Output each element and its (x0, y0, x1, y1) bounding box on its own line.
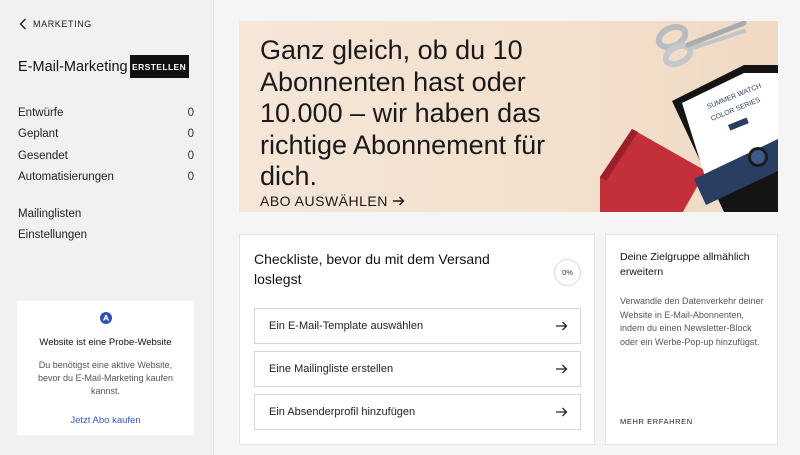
nav-item-label: Entwürfe (18, 106, 64, 119)
learn-more-link[interactable]: MEHR ERFAHREN (620, 417, 693, 426)
sidebar: MARKETING E-Mail-Marketing ERSTELLEN Ent… (0, 0, 214, 455)
task-create-mailing-list[interactable]: Eine Mailingliste erstellen (254, 351, 581, 387)
back-label: MARKETING (33, 19, 92, 29)
nav-item-label: Gesendet (18, 149, 68, 162)
task-label: Eine Mailingliste erstellen (269, 363, 394, 375)
arrow-right-icon (556, 407, 568, 417)
nav-item-label: Einstellungen (18, 229, 88, 242)
nav-item-count: 0 (187, 149, 194, 162)
hero-banner: Ganz gleich, ob du 10 Abonnenten hast od… (239, 21, 778, 212)
settings-list: Mailinglisten Einstellungen (18, 203, 194, 246)
nav-item-count: 0 (187, 171, 194, 184)
hero-headline: Ganz gleich, ob du 10 Abonnenten hast od… (260, 35, 546, 191)
back-link[interactable]: MARKETING (19, 18, 92, 30)
arrow-right-icon (556, 321, 568, 331)
nav-item-sent[interactable]: Gesendet 0 (18, 145, 194, 167)
page-title: E-Mail-Marketing (18, 58, 128, 75)
nav-item-automations[interactable]: Automatisierungen 0 (18, 167, 194, 189)
campaign-status-list: Entwürfe 0 Geplant 0 Gesendet 0 Automati… (18, 102, 194, 188)
nav-item-count: 0 (187, 106, 194, 119)
hero-illustration: SUMMER WATCH COLOR SERIES (600, 21, 778, 212)
buy-plan-link[interactable]: Jetzt Abo kaufen (17, 415, 194, 426)
notice-text: Du benötigst eine aktive Website, bevor … (37, 360, 174, 396)
chevron-left-icon (19, 18, 26, 30)
nav-item-label: Automatisierungen (18, 171, 114, 184)
cta-label: ABO AUSWÄHLEN (260, 193, 388, 209)
tip-text: Verwandle den Datenverkehr deiner Websit… (620, 296, 764, 347)
checklist-card: Checkliste, bevor du mit dem Versand los… (239, 234, 595, 445)
arrow-right-icon (392, 196, 405, 206)
checklist-title: Checkliste, bevor du mit dem Versand los… (254, 251, 490, 287)
task-label: Ein Absenderprofil hinzufügen (269, 406, 416, 418)
title-row: E-Mail-Marketing ERSTELLEN (18, 55, 189, 78)
task-label: Ein E-Mail-Template auswählen (269, 320, 424, 332)
audience-tip-card: Deine Zielgruppe allmählich erweitern Ve… (605, 234, 778, 445)
nav-item-mailing-lists[interactable]: Mailinglisten (18, 203, 194, 225)
nav-item-count: 0 (187, 128, 194, 141)
choose-plan-button[interactable]: ABO AUSWÄHLEN (260, 193, 405, 209)
create-button[interactable]: ERSTELLEN (129, 55, 189, 78)
scissors-image (655, 21, 747, 68)
nav-item-label: Mailinglisten (18, 207, 82, 220)
arrow-right-icon (556, 364, 568, 374)
tip-title: Deine Zielgruppe allmählich erweitern (620, 251, 750, 278)
notebook-image (600, 129, 706, 212)
nav-item-drafts[interactable]: Entwürfe 0 (18, 102, 194, 124)
progress-badge: 0% (554, 259, 581, 286)
info-icon (100, 312, 112, 324)
task-add-sender-profile[interactable]: Ein Absenderprofil hinzufügen (254, 394, 581, 430)
nav-item-settings[interactable]: Einstellungen (18, 225, 194, 247)
nav-item-label: Geplant (18, 128, 59, 141)
task-choose-template[interactable]: Ein E-Mail-Template auswählen (254, 308, 581, 344)
trial-site-notice: Website ist eine Probe-Website Du benöti… (17, 301, 194, 435)
nav-item-scheduled[interactable]: Geplant 0 (18, 124, 194, 146)
notice-title: Website ist eine Probe-Website (39, 337, 172, 348)
